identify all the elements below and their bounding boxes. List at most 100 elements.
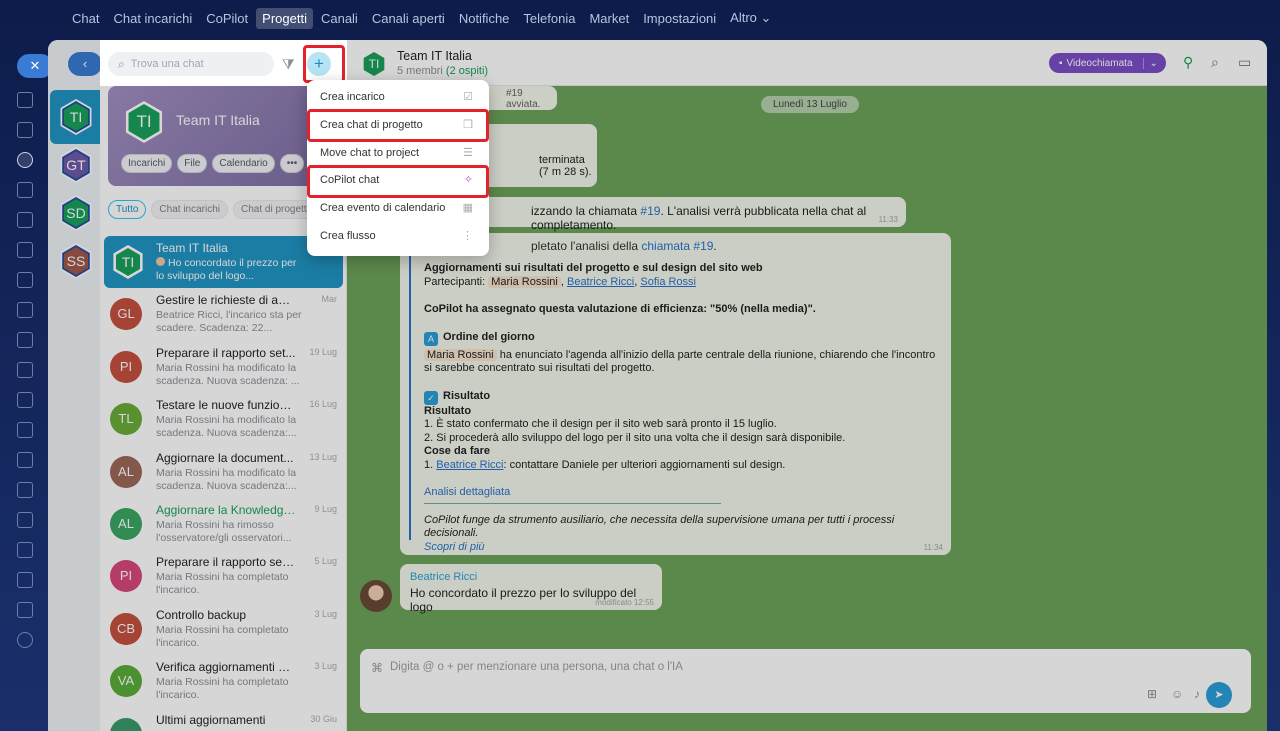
chat-avatar: GL (110, 298, 142, 331)
inbox-icon[interactable] (17, 452, 33, 468)
call-link[interactable]: chiamata #19 (641, 239, 713, 253)
nav-item[interactable]: Market (583, 8, 635, 29)
chat-name: Aggiornare la document... (156, 450, 294, 465)
back-icon[interactable]: ‹ (68, 52, 102, 76)
filter-icon[interactable]: ⧩ (282, 56, 295, 73)
chat-preview: Maria Rossini ha modificato la scadenza.… (156, 361, 300, 387)
filter-pill[interactable]: Tutto (108, 200, 147, 219)
chat-list-item[interactable]: VA Verifica aggiornamenti di ... 3 Lug Mari… (104, 655, 343, 707)
search-icon[interactable]: ⌕ (1211, 54, 1219, 71)
mention-beatrice-todo[interactable]: Beatrice Ricci (436, 459, 503, 471)
chat-filters: Tutto Chat incarichi Chat di progetto (108, 200, 325, 219)
message-input[interactable]: Digita @ o + per menzionare una persona,… (390, 661, 683, 673)
nav-item[interactable]: Canali aperti (366, 8, 451, 29)
mention-sofia[interactable]: Sofia Rossi (640, 276, 696, 288)
emoji-icon[interactable]: ☺ (1171, 687, 1183, 701)
message-composer[interactable]: ⌘ Digita @ o + per menzionare una person… (360, 649, 1251, 713)
project-title: Team IT Italia (176, 112, 260, 128)
search-input[interactable]: ⌕ Trova una chat (108, 52, 274, 76)
widget-icon[interactable] (17, 572, 33, 588)
apps-icon[interactable]: ⊞ (1147, 687, 1157, 701)
project-card: TI Team IT Italia Incarichi File Calendari… (108, 86, 340, 186)
document-icon[interactable] (17, 212, 33, 228)
video-call-button[interactable]: ▪ Videochiamata ⌄ (1049, 53, 1166, 73)
drive-icon[interactable] (17, 332, 33, 348)
menu-item-calendar[interactable]: Crea evento di calendario ▦ (307, 195, 489, 223)
microphone-icon[interactable]: ♪ (1194, 687, 1200, 701)
chat-list-item[interactable]: AL Aggiornare la document... 13 Lug Maria R… (104, 446, 343, 498)
highlight-copilot-chat (307, 165, 489, 198)
mention-maria-agenda[interactable]: Maria Rossini (424, 348, 497, 361)
chat-name: Aggiornare la Knowledge ... (156, 502, 296, 517)
nav-item[interactable]: Impostazioni (637, 8, 722, 29)
chat-preview: Maria Rossini ha modificato la scadenza.… (156, 414, 297, 440)
mention-beatrice[interactable]: Beatrice Ricci (567, 276, 634, 288)
chat-title[interactable]: Team IT Italia (397, 49, 472, 63)
add-user-icon[interactable]: ⚲ (1183, 54, 1193, 71)
nav-item[interactable]: Altro ⌄ (724, 7, 777, 29)
project-chip[interactable]: ••• (279, 154, 305, 173)
project-chip[interactable]: Incarichi (121, 154, 173, 173)
chat-list-item[interactable]: PI Preparare il rapporto setti... 5 Lug Mar… (104, 550, 343, 602)
nav-item[interactable]: Notifiche (453, 8, 516, 29)
attach-icon[interactable]: ⌘ (371, 661, 383, 675)
chat-list-item[interactable]: Ultimi aggiornamenti 30 Giu (104, 708, 343, 731)
project-avatar[interactable]: SD (58, 195, 94, 231)
author-avatar[interactable] (360, 580, 392, 612)
sidebar-toggle-icon[interactable]: ▭ (1238, 54, 1251, 71)
nav-item[interactable]: Chat (66, 8, 105, 29)
nav-item[interactable]: Chat incarichi (107, 8, 198, 29)
nav-item[interactable]: Telefonia (517, 8, 581, 29)
copilot-icon[interactable] (17, 182, 33, 198)
chat-avatar: AL (110, 455, 142, 488)
nav-item[interactable]: Canali (315, 8, 364, 29)
chat-list: TI Team IT Italia Ho concordato il prezzo … (100, 236, 347, 731)
messenger-window: ‹ TI GT SD SS TI Team IT Italia Incarichi Fi… (48, 40, 1267, 731)
agenda-icon: A (424, 331, 438, 346)
project-chip[interactable]: File (177, 154, 208, 173)
detailed-analysis-link[interactable]: Analisi dettagliata (424, 486, 510, 498)
nav-item[interactable]: Progetti (256, 7, 313, 29)
nav-item[interactable]: CoPilot (200, 8, 254, 29)
menu-item-task[interactable]: Crea incarico ☑ (307, 84, 489, 112)
chat-date: 13 Lug (309, 451, 337, 462)
chat-name: Gestire le richieste di assis... (156, 293, 296, 308)
chat-bubbles-icon[interactable] (17, 512, 33, 528)
board-icon[interactable] (17, 272, 33, 288)
help-icon[interactable] (17, 632, 33, 648)
mail-icon[interactable] (17, 362, 33, 378)
learn-more-link[interactable]: Scopri di più (424, 541, 485, 553)
filter-icon[interactable] (17, 392, 33, 408)
chat-list-item[interactable]: PI Preparare il rapporto set... 19 Lug Mari… (104, 341, 343, 393)
project-avatar[interactable]: TI (58, 99, 94, 135)
send-icon[interactable]: ➤ (1206, 682, 1232, 708)
chat-date: Mar (321, 294, 338, 305)
file-icon[interactable] (17, 302, 33, 318)
project-avatar[interactable]: GT (58, 147, 94, 183)
chart-icon[interactable] (17, 602, 33, 618)
calendar-icon[interactable] (17, 242, 33, 258)
mention-maria[interactable]: Maria Rossini (488, 275, 561, 288)
task-icon[interactable] (17, 122, 33, 138)
chat-members[interactable]: 5 membri (2 ospiti) (397, 65, 488, 77)
chat-list-item[interactable]: TL Testare le nuove funzion... 16 Lug Maria… (104, 393, 343, 445)
cart-icon[interactable] (17, 422, 33, 438)
search-icon: ⌕ (118, 56, 125, 71)
chat-list-item[interactable]: CB Controllo backup 3 Lug Maria Rossini ha … (104, 603, 343, 655)
chat-date: 19 Lug (309, 346, 337, 357)
menu-item-move[interactable]: Move chat to project ☰ (307, 140, 489, 168)
chat-icon[interactable] (17, 92, 33, 108)
filter-pill[interactable]: Chat incarichi (151, 200, 229, 219)
chat-list-item[interactable]: AL Aggiornare la Knowledge ... 9 Lug Maria … (104, 498, 343, 550)
project-avatar[interactable]: SS (58, 243, 94, 279)
chat-avatar[interactable]: TI (359, 49, 389, 79)
contact-icon[interactable] (17, 482, 33, 498)
highlight-plus (303, 45, 345, 83)
menu-item-flow[interactable]: Crea flusso ⋮ (307, 223, 489, 251)
projects-icon[interactable] (17, 152, 33, 168)
chat-list-item[interactable]: GL Gestire le richieste di assis... Mar Bea… (104, 288, 343, 340)
chevron-down-icon[interactable]: ⌄ (1142, 57, 1158, 69)
project-avatar: TI (123, 101, 165, 143)
project-chip[interactable]: Calendario (212, 154, 275, 173)
grid-icon[interactable] (17, 542, 33, 558)
